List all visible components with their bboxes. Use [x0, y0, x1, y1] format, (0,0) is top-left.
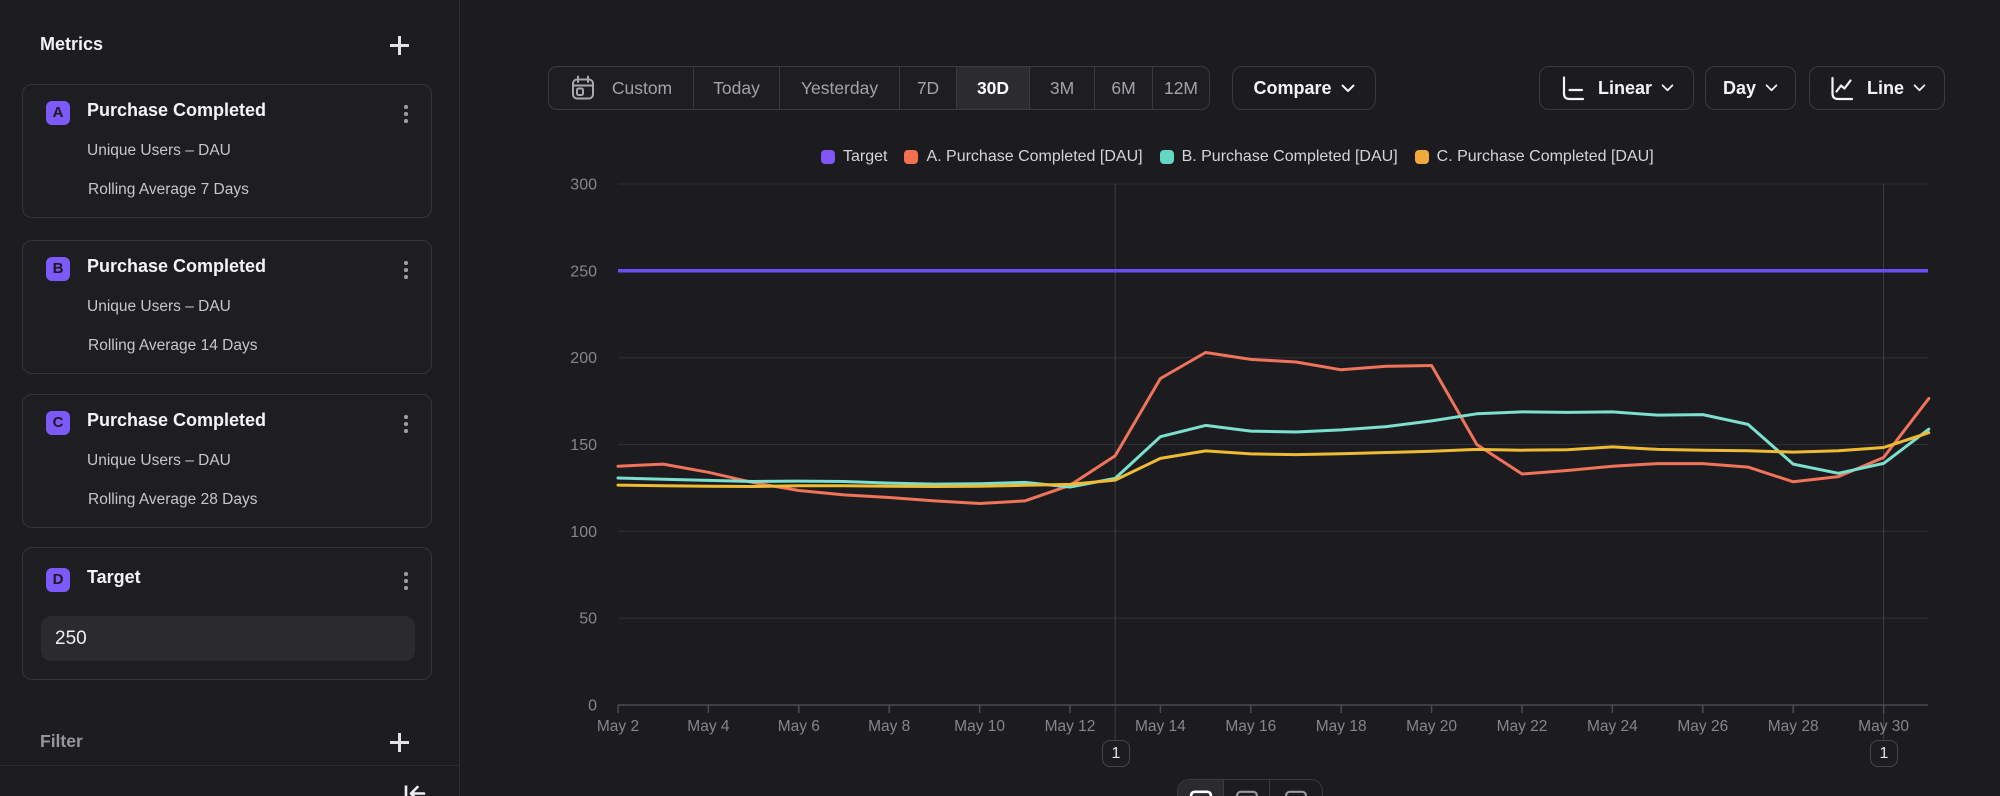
svg-text:50: 50: [579, 611, 597, 628]
svg-text:May 30: May 30: [1858, 718, 1909, 735]
svg-text:0: 0: [588, 698, 597, 715]
svg-text:May 8: May 8: [868, 718, 910, 735]
svg-text:250: 250: [570, 263, 597, 280]
svg-text:May 6: May 6: [778, 718, 820, 735]
svg-text:100: 100: [570, 524, 597, 541]
svg-text:May 16: May 16: [1225, 718, 1276, 735]
svg-text:May 2: May 2: [597, 718, 639, 735]
svg-text:May 24: May 24: [1587, 718, 1638, 735]
svg-text:May 22: May 22: [1497, 718, 1548, 735]
svg-text:200: 200: [570, 350, 597, 367]
svg-text:May 10: May 10: [954, 718, 1005, 735]
svg-text:May 18: May 18: [1316, 718, 1367, 735]
svg-text:150: 150: [570, 437, 597, 454]
svg-text:May 4: May 4: [687, 718, 730, 735]
svg-text:May 26: May 26: [1677, 718, 1728, 735]
svg-text:May 28: May 28: [1768, 718, 1819, 735]
svg-text:300: 300: [570, 177, 597, 194]
svg-text:May 14: May 14: [1135, 718, 1186, 735]
svg-text:May 20: May 20: [1406, 718, 1457, 735]
svg-text:May 12: May 12: [1045, 718, 1096, 735]
